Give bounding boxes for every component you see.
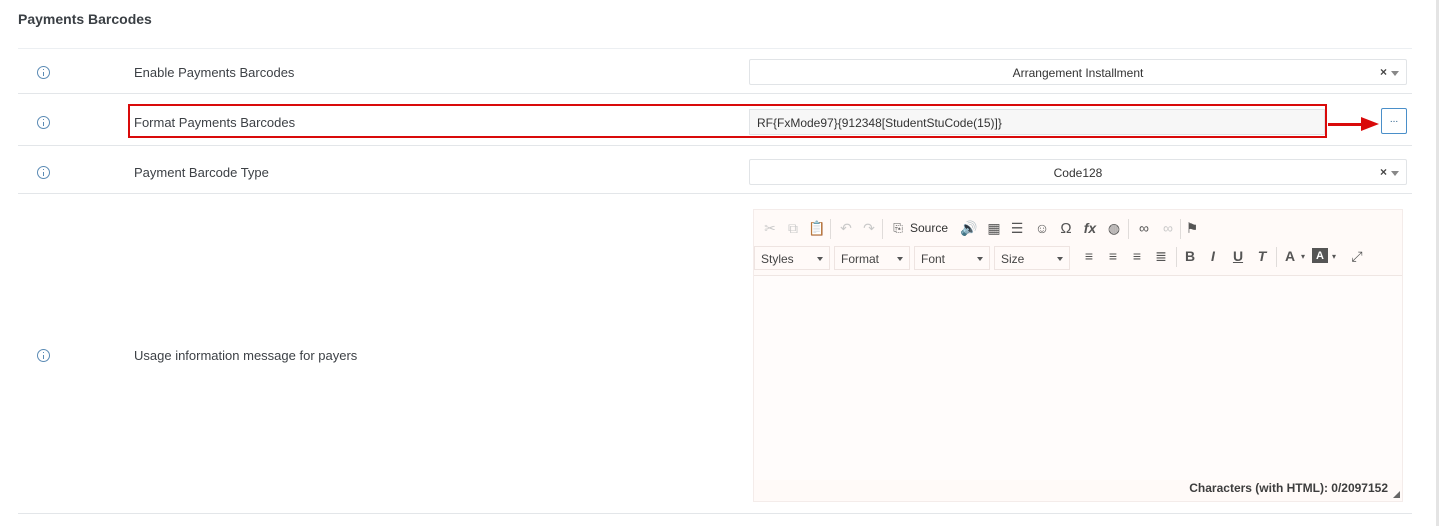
unlink-icon[interactable]: ∞ xyxy=(1157,216,1179,240)
globe-icon[interactable]: ◍ xyxy=(1103,216,1125,240)
audio-icon[interactable]: 🔊 xyxy=(958,216,980,240)
toolbar-separator xyxy=(882,219,883,239)
redo-icon[interactable]: ↷ xyxy=(859,216,879,240)
usage-message-label: Usage information message for payers xyxy=(134,348,358,363)
maximize-icon[interactable]: ⤢ xyxy=(1346,244,1368,268)
info-icon[interactable] xyxy=(37,116,50,129)
chevron-down-icon[interactable] xyxy=(1391,71,1399,76)
barcode-type-select[interactable]: Code128 × xyxy=(749,159,1407,185)
source-icon[interactable]: ⎘ xyxy=(890,216,906,240)
align-center-icon[interactable]: ≡ xyxy=(1102,244,1124,268)
row-barcode-type: Payment Barcode Type Code128 × xyxy=(18,150,1412,194)
title-divider xyxy=(18,48,1412,49)
row-enable-barcodes: Enable Payments Barcodes Arrangement Ins… xyxy=(18,50,1412,94)
clear-icon[interactable]: × xyxy=(1380,165,1387,179)
undo-icon[interactable]: ↶ xyxy=(836,216,856,240)
background-color-icon[interactable]: A xyxy=(1312,248,1328,263)
chevron-down-icon[interactable] xyxy=(1391,171,1399,176)
toolbar-separator xyxy=(1128,219,1129,239)
chevron-down-icon xyxy=(897,257,903,261)
editor-content-area[interactable] xyxy=(754,275,1402,480)
copy-icon[interactable]: ⧉ xyxy=(783,216,803,240)
align-right-icon[interactable]: ≡ xyxy=(1126,244,1148,268)
size-combo[interactable]: Size xyxy=(994,246,1070,270)
omega-icon[interactable]: Ω xyxy=(1055,216,1077,240)
styles-combo-label: Styles xyxy=(761,252,794,266)
editor-toolbar-row-1: ✂ ⧉ 📋 ↶ ↷ ⎘ Source 🔊 ▦ ☰ ☺ Ω fx ◍ ∞ ∞ ⚑ xyxy=(754,216,1402,242)
cut-icon[interactable]: ✂ xyxy=(760,216,780,240)
toolbar-separator xyxy=(1276,247,1277,267)
clear-icon[interactable]: × xyxy=(1380,65,1387,79)
enable-barcodes-label: Enable Payments Barcodes xyxy=(134,65,295,80)
horizontal-rule-icon[interactable]: ☰ xyxy=(1006,216,1028,240)
resize-handle[interactable] xyxy=(1393,491,1400,498)
background-color-dropdown-icon[interactable]: ▾ xyxy=(1329,244,1339,268)
enable-barcodes-value: Arrangement Installment xyxy=(1012,66,1144,80)
format-combo-label: Format xyxy=(841,252,880,266)
enable-barcodes-select[interactable]: Arrangement Installment × xyxy=(749,59,1407,85)
formula-icon[interactable]: fx xyxy=(1079,216,1101,240)
table-icon[interactable]: ▦ xyxy=(983,216,1005,240)
toolbar-separator xyxy=(830,219,831,239)
paste-icon[interactable]: 📋 xyxy=(806,216,828,240)
size-combo-label: Size xyxy=(1001,252,1025,266)
barcode-type-label: Payment Barcode Type xyxy=(134,165,269,180)
text-color-icon[interactable]: A xyxy=(1282,244,1298,268)
link-icon[interactable]: ∞ xyxy=(1133,216,1155,240)
toolbar-separator xyxy=(1176,247,1177,267)
remove-format-icon[interactable]: T xyxy=(1251,244,1273,268)
source-button[interactable]: Source xyxy=(909,216,949,240)
underline-icon[interactable]: U xyxy=(1227,244,1249,268)
flag-icon[interactable]: ⚑ xyxy=(1182,216,1202,240)
chevron-down-icon xyxy=(977,257,983,261)
info-icon[interactable] xyxy=(37,66,50,79)
info-icon[interactable] xyxy=(37,349,50,362)
barcode-type-value: Code128 xyxy=(1053,166,1103,180)
chevron-down-icon xyxy=(1057,257,1063,261)
justify-icon[interactable]: ≣ xyxy=(1150,244,1172,268)
arrow-annotation-head xyxy=(1361,117,1379,131)
font-combo-label: Font xyxy=(921,252,946,266)
bold-icon[interactable]: B xyxy=(1179,244,1201,268)
text-color-dropdown-icon[interactable]: ▾ xyxy=(1298,244,1308,268)
format-combo[interactable]: Format xyxy=(834,246,910,270)
align-left-icon[interactable]: ≡ xyxy=(1078,244,1100,268)
bottom-divider xyxy=(18,513,1412,514)
rich-text-editor: ✂ ⧉ 📋 ↶ ↷ ⎘ Source 🔊 ▦ ☰ ☺ Ω fx ◍ ∞ ∞ ⚑ … xyxy=(753,209,1403,502)
font-combo[interactable]: Font xyxy=(914,246,990,270)
chevron-down-icon xyxy=(817,257,823,261)
info-icon[interactable] xyxy=(37,166,50,179)
format-editor-button[interactable]: ... xyxy=(1381,108,1407,134)
smiley-icon[interactable]: ☺ xyxy=(1031,216,1053,240)
styles-combo[interactable]: Styles xyxy=(754,246,830,270)
character-counter: Characters (with HTML): 0/2097152 xyxy=(1189,481,1388,495)
section-title: Payments Barcodes xyxy=(18,11,152,27)
toolbar-separator xyxy=(1180,219,1181,239)
italic-icon[interactable]: I xyxy=(1202,244,1224,268)
highlight-box xyxy=(128,104,1327,138)
editor-toolbar-row-2: Styles Format Font Size ≡ ≡ ≡ ≣ B I U T … xyxy=(754,244,1402,272)
